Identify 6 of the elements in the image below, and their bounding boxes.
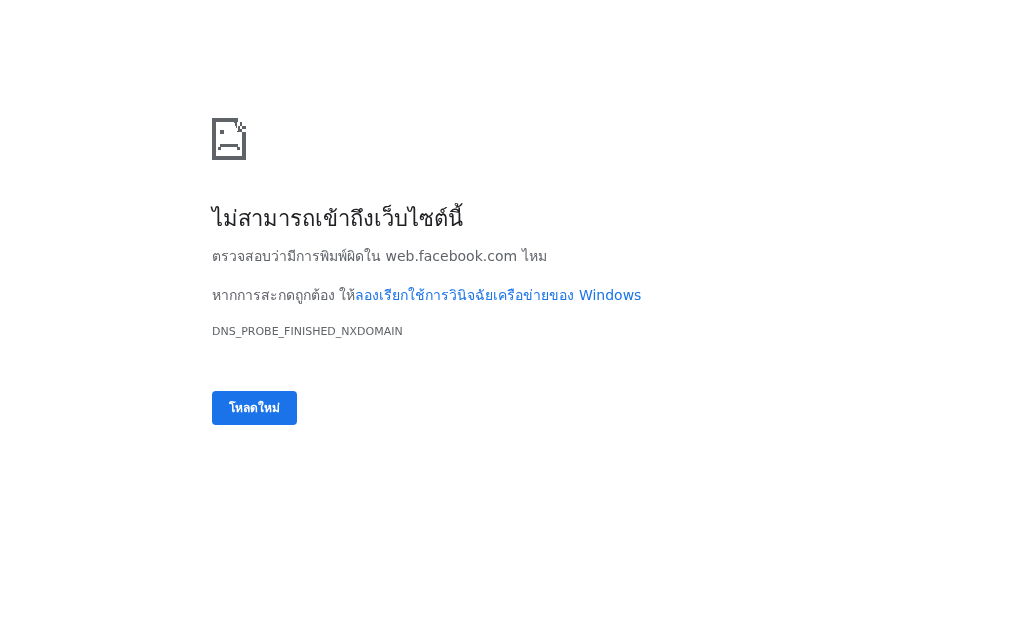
suggestion-text: ตรวจสอบว่ามีการพิมพ์ผิดใน web.facebook.com ไหม [212, 247, 548, 267]
diagnostics-text: หากการสะกดถูกต้อง ให้ลองเรียกใช้การวินิจฉัยเครือข่ายของ Windows [212, 286, 643, 306]
error-code: DNS_PROBE_FINISHED_NXDOMAIN [212, 324, 404, 341]
sad-page-icon [212, 118, 246, 160]
diagnostics-link[interactable]: ลองเรียกใช้การวินิจฉัยเครือข่ายของ Windows [355, 287, 642, 304]
reload-button[interactable]: โหลดใหม่ [212, 390, 297, 425]
